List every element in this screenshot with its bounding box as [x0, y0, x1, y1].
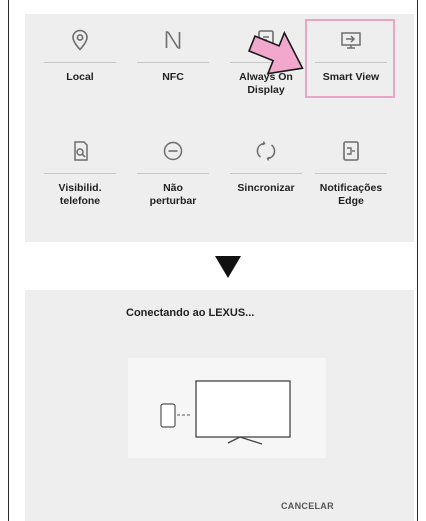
dialog-title: Conectando ao LEXUS...: [126, 307, 255, 319]
location-icon: [68, 28, 92, 52]
tile-divider: [44, 62, 116, 63]
tile-label: Local: [66, 71, 94, 83]
connecting-dialog: Conectando ao LEXUS... CANCELAR: [25, 290, 414, 521]
tile-phone-visibility[interactable]: Visibilid. telefone: [38, 139, 122, 208]
tile-divider: [230, 173, 302, 174]
tile-label: Sincronizar: [237, 182, 295, 194]
tv-icon: [195, 380, 291, 445]
tile-label: Notificações Edge: [319, 182, 383, 207]
tile-label: Visibilid. telefone: [58, 182, 102, 207]
do-not-disturb-icon: [161, 139, 185, 163]
edge-notifications-icon: [339, 139, 363, 163]
tile-divider: [137, 62, 209, 63]
tile-location[interactable]: Local: [38, 28, 122, 84]
tile-sync[interactable]: Sincronizar: [224, 139, 308, 195]
nfc-icon: [161, 28, 185, 52]
smart-view-highlight: [305, 19, 395, 98]
tile-divider: [44, 173, 116, 174]
tile-divider: [315, 173, 387, 174]
tile-edge-notifications[interactable]: Notificações Edge: [309, 139, 393, 208]
pointer-arrow-icon: [248, 30, 304, 75]
connection-illustration: [128, 358, 326, 458]
down-arrow-icon: [215, 256, 241, 278]
cancel-button[interactable]: CANCELAR: [281, 501, 334, 511]
tile-do-not-disturb[interactable]: Não perturbar: [131, 139, 215, 208]
tile-nfc[interactable]: NFC: [131, 28, 215, 84]
sync-icon: [254, 139, 278, 163]
tile-label: Não perturbar: [149, 182, 197, 207]
phone-visibility-icon: [68, 139, 92, 163]
tile-divider: [137, 173, 209, 174]
tile-label: NFC: [162, 71, 184, 83]
phone-icon: [160, 403, 190, 428]
